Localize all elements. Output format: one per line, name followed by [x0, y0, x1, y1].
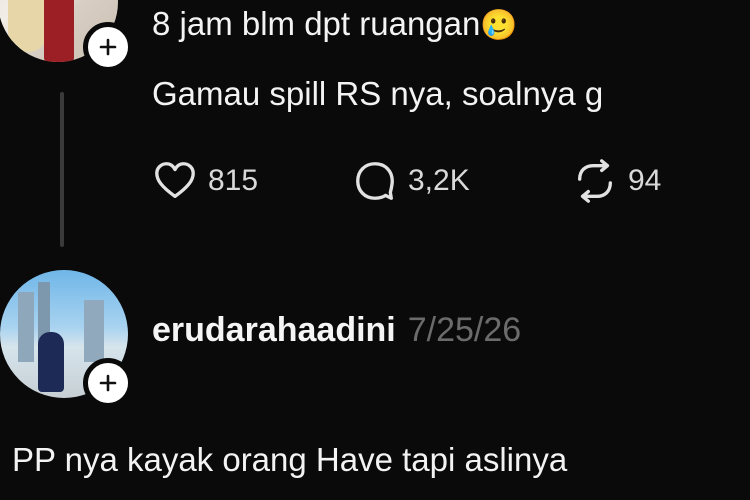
- emoji: 🥲: [480, 9, 518, 42]
- post-text-line-1: 8 jam blm dpt ruangan🥲: [152, 2, 518, 48]
- like-count: 815: [208, 164, 259, 197]
- post-date: 7/25/26: [407, 311, 522, 349]
- avatar-person: [38, 332, 64, 392]
- avatar-hair: [8, 0, 48, 52]
- plus-icon: [99, 374, 117, 392]
- avatar-building: [84, 300, 104, 362]
- plus-icon: [99, 38, 117, 56]
- heart-icon: [155, 162, 195, 199]
- avatar-building: [18, 292, 34, 362]
- like-button[interactable]: 815: [152, 158, 258, 204]
- follow-button[interactable]: [83, 22, 133, 72]
- repost-count: 94: [628, 164, 662, 197]
- follow-button[interactable]: [83, 358, 133, 408]
- reply-button[interactable]: 3,2K: [352, 158, 470, 204]
- thread-connector-line: [60, 92, 64, 247]
- username[interactable]: erudarahaadini: [152, 311, 396, 349]
- reply-text: PP nya kayak orang Have tapi aslinya: [12, 441, 568, 478]
- reply-count: 3,2K: [408, 164, 470, 197]
- reply-header: erudarahaadini 7/25/26: [152, 311, 521, 350]
- repost-button[interactable]: 94: [572, 158, 661, 204]
- post-text-line-2: Gamau spill RS nya, soalnya g: [152, 75, 604, 112]
- comment-icon: [356, 162, 394, 200]
- post-text: 8 jam blm dpt ruangan: [152, 5, 481, 42]
- avatar-figure: [44, 0, 74, 62]
- repost-icon: [577, 159, 613, 203]
